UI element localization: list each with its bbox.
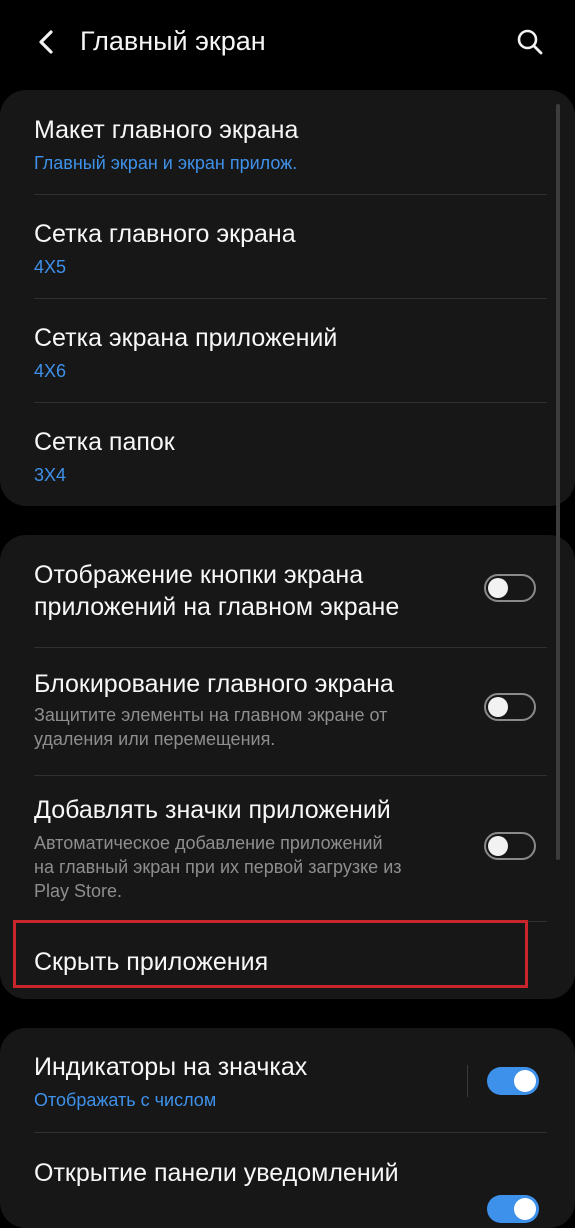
setting-apps-button[interactable]: Отображение кнопки экрана приложений на … bbox=[0, 535, 575, 647]
toggle-knob bbox=[488, 836, 508, 856]
page-title: Главный экран bbox=[80, 26, 266, 56]
highlight-frame bbox=[13, 920, 528, 988]
search-button[interactable] bbox=[510, 22, 550, 62]
setting-value: 3X4 bbox=[34, 465, 67, 485]
setting-home-grid[interactable]: Сетка главного экрана 4X5 bbox=[0, 195, 575, 298]
toggle-knob bbox=[514, 1198, 536, 1220]
setting-value: 4X6 bbox=[34, 361, 67, 381]
setting-title: Сетка папок bbox=[34, 428, 175, 456]
setting-icon-badges[interactable]: Индикаторы на значках Отображать с число… bbox=[0, 1028, 575, 1132]
vertical-separator bbox=[467, 1065, 468, 1097]
notification-panel-toggle[interactable] bbox=[487, 1195, 539, 1223]
app-bar: Главный экран bbox=[0, 0, 575, 84]
setting-apps-grid[interactable]: Сетка экрана приложений 4X6 bbox=[0, 299, 575, 402]
add-icons-toggle[interactable] bbox=[484, 832, 536, 860]
setting-desc-line2: на главный экран при их первой загрузке … bbox=[34, 857, 402, 877]
setting-folder-grid[interactable]: Сетка папок 3X4 bbox=[0, 403, 575, 506]
setting-value: Отображать с числом bbox=[34, 1090, 217, 1110]
setting-desc-line1: Автоматическое добавление приложений bbox=[34, 833, 383, 853]
setting-title: Блокирование главного экрана bbox=[34, 670, 394, 698]
setting-notification-panel[interactable]: Открытие панели уведомлений bbox=[0, 1133, 575, 1228]
setting-desc-line3: Play Store. bbox=[34, 881, 123, 901]
setting-title-line1: Отображение кнопки экрана bbox=[34, 561, 364, 589]
setting-lock-layout[interactable]: Блокирование главного экрана Защитите эл… bbox=[0, 648, 575, 775]
layout-settings-card: Макет главного экрана Главный экран и эк… bbox=[0, 90, 575, 506]
badges-card: Индикаторы на значках Отображать с число… bbox=[0, 1028, 575, 1228]
toggle-knob bbox=[488, 697, 508, 717]
toggle-knob bbox=[514, 1070, 536, 1092]
scrollbar[interactable] bbox=[556, 104, 560, 860]
chevron-left-icon bbox=[39, 30, 53, 54]
setting-value: Главный экран и экран прилож. bbox=[34, 153, 298, 173]
setting-add-icons[interactable]: Добавлять значки приложений Автоматическ… bbox=[0, 776, 575, 921]
setting-title-line2: приложений на главном экране bbox=[34, 593, 400, 621]
setting-title: Макет главного экрана bbox=[34, 116, 299, 144]
badges-toggle[interactable] bbox=[487, 1067, 539, 1095]
setting-value: 4X5 bbox=[34, 257, 67, 277]
search-icon bbox=[517, 29, 543, 55]
apps-button-toggle[interactable] bbox=[484, 574, 536, 602]
setting-title: Сетка главного экрана bbox=[34, 220, 296, 248]
setting-home-layout[interactable]: Макет главного экрана Главный экран и эк… bbox=[0, 90, 575, 194]
setting-desc-line2: удаления или перемещения. bbox=[34, 729, 276, 749]
lock-layout-toggle[interactable] bbox=[484, 693, 536, 721]
back-button[interactable] bbox=[26, 22, 66, 62]
setting-title: Добавлять значки приложений bbox=[34, 796, 391, 824]
toggle-knob bbox=[488, 578, 508, 598]
setting-desc-line1: Защитите элементы на главном экране от bbox=[34, 705, 388, 725]
setting-title: Открытие панели уведомлений bbox=[34, 1159, 399, 1187]
setting-title: Индикаторы на значках bbox=[34, 1053, 308, 1081]
setting-title: Сетка экрана приложений bbox=[34, 324, 338, 352]
